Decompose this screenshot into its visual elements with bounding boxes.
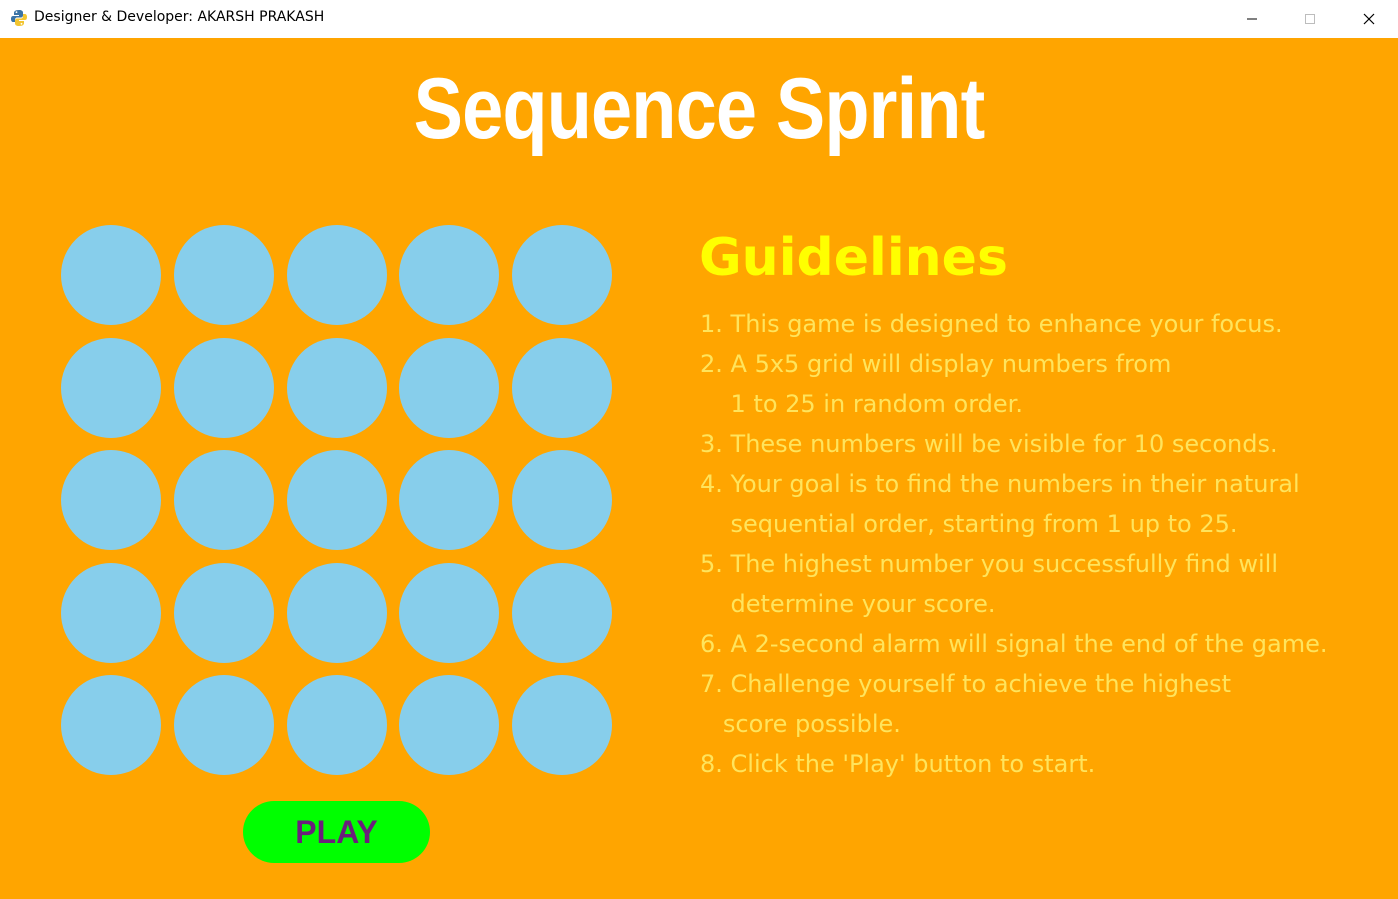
grid-circle[interactable] — [61, 675, 161, 775]
close-icon — [1363, 13, 1375, 25]
grid-circle[interactable] — [61, 225, 161, 325]
guideline-line: 2. A 5x5 grid will display numbers from — [700, 350, 1172, 378]
grid-circle[interactable] — [512, 450, 613, 550]
grid-circle[interactable] — [399, 225, 500, 325]
grid-circle[interactable] — [286, 675, 387, 775]
grid-circle[interactable] — [512, 675, 613, 775]
guideline-line: 8. Click the 'Play' button to start. — [700, 750, 1096, 778]
grid-circle[interactable] — [286, 225, 387, 325]
grid-circle[interactable] — [286, 337, 387, 438]
grid-circle[interactable] — [61, 562, 161, 663]
play-button[interactable]: PLAY — [243, 801, 430, 863]
game-title: Sequence Sprint — [413, 61, 986, 157]
game-canvas: Sequence Sprint PLAY Guidelines 1. This … — [0, 38, 1398, 899]
grid-circle[interactable] — [61, 450, 161, 550]
minimize-icon — [1247, 18, 1257, 20]
grid-circle[interactable] — [512, 562, 613, 663]
guidelines-heading: Guidelines — [699, 228, 1008, 288]
grid-circle[interactable] — [173, 225, 274, 325]
guideline-line: 6. A 2-second alarm will signal the end … — [700, 630, 1328, 658]
python-icon — [11, 10, 27, 26]
grid-circle[interactable] — [399, 450, 500, 550]
minimize-button[interactable] — [1229, 0, 1275, 38]
window-title: Designer & Developer: AKARSH PRAKASH — [34, 9, 325, 25]
guideline-line: 3. These numbers will be visible for 10 … — [700, 430, 1278, 458]
guideline-line: score possible. — [700, 710, 901, 738]
grid-circle[interactable] — [512, 225, 613, 325]
guideline-line: sequential order, starting from 1 up to … — [700, 510, 1238, 538]
guideline-line: 1. This game is designed to enhance your… — [700, 310, 1283, 338]
grid-circle[interactable] — [399, 562, 500, 663]
grid-circle[interactable] — [173, 450, 274, 550]
guideline-line: 1 to 25 in random order. — [700, 390, 1023, 418]
window-titlebar: Designer & Developer: AKARSH PRAKASH — [0, 0, 1398, 38]
grid-circle[interactable] — [173, 337, 274, 438]
close-button[interactable] — [1346, 0, 1392, 38]
guideline-line: 5. The highest number you successfully f… — [700, 550, 1278, 578]
grid-circle[interactable] — [286, 562, 387, 663]
guideline-line: determine your score. — [700, 590, 996, 618]
grid-circle[interactable] — [61, 337, 161, 438]
grid-circle[interactable] — [399, 675, 500, 775]
maximize-icon — [1305, 14, 1315, 24]
guideline-line: 7. Challenge yourself to achieve the hig… — [700, 670, 1232, 698]
guideline-line: 4. Your goal is to find the numbers in t… — [700, 470, 1300, 498]
grid-circle[interactable] — [286, 450, 387, 550]
grid-circle[interactable] — [399, 337, 500, 438]
grid-circle[interactable] — [173, 562, 274, 663]
grid-circle[interactable] — [512, 337, 613, 438]
maximize-button[interactable] — [1287, 0, 1333, 38]
grid-circle[interactable] — [173, 675, 274, 775]
